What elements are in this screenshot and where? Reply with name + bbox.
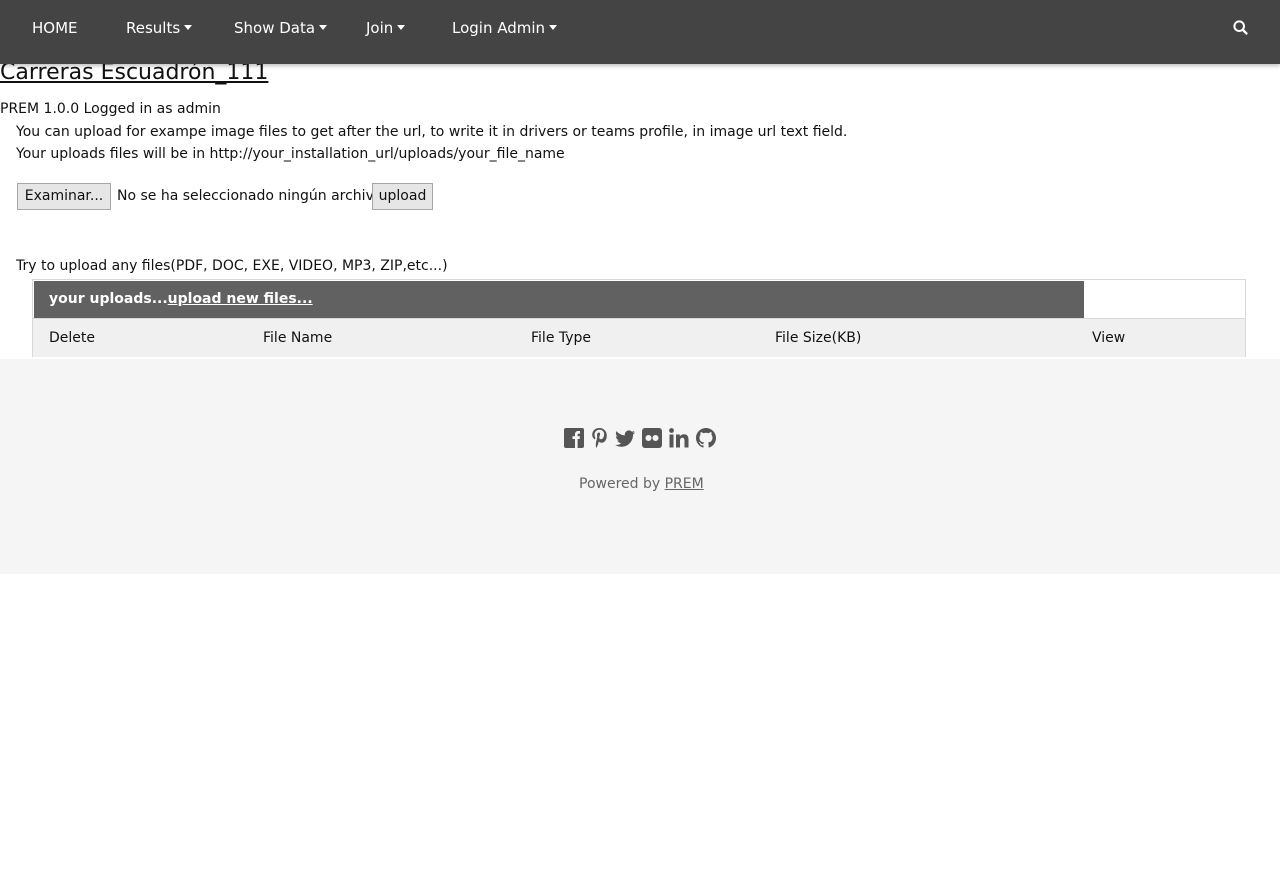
powered-by: Powered by PREM <box>579 475 704 493</box>
column-file-size: File Size(KB) <box>775 330 862 346</box>
nav-show-data-label: Show Data <box>234 19 316 37</box>
uploads-table-title: your uploads...upload new files... <box>34 281 1084 318</box>
search-button[interactable] <box>1232 19 1250 37</box>
chevron-down-icon <box>184 25 193 30</box>
table-header-row: Delete File Name File Type File Size(KB)… <box>33 318 1245 357</box>
nav-results-label: Results <box>126 19 181 37</box>
site-footer: Powered by PREM <box>0 359 1280 574</box>
nav-login-admin[interactable]: Login Admin <box>452 0 558 57</box>
chevron-down-icon <box>319 25 328 30</box>
nav-results[interactable]: Results <box>126 0 193 57</box>
upload-file-types-hint: Try to upload any files(PDF, DOC, EXE, V… <box>16 258 448 274</box>
column-file-name: File Name <box>263 330 333 346</box>
chevron-down-icon <box>397 25 406 30</box>
column-delete: Delete <box>49 330 95 346</box>
top-navigation: HOME Results Show Data Join Login Admin <box>0 0 1280 64</box>
github-link[interactable] <box>695 426 717 450</box>
upload-new-files-link[interactable]: upload new files... <box>168 291 313 307</box>
nav-home-label: HOME <box>32 19 78 37</box>
search-icon <box>1233 20 1248 35</box>
linkedin-link[interactable] <box>668 426 690 450</box>
prem-link[interactable]: PREM <box>665 476 704 492</box>
column-file-type: File Type <box>531 330 592 346</box>
column-view: View <box>1092 330 1126 346</box>
flickr-link[interactable] <box>641 426 663 450</box>
upload-info-line-1: You can upload for exampe image files to… <box>16 124 848 140</box>
version-status: PREM 1.0.0 Logged in as admin <box>0 101 221 117</box>
nav-home[interactable]: HOME <box>32 0 78 57</box>
facebook-link[interactable] <box>563 426 585 450</box>
pinterest-icon <box>592 428 607 448</box>
twitter-link[interactable] <box>614 426 636 450</box>
upload-info-line-2: Your uploads files will be in http://you… <box>16 146 565 162</box>
uploads-title-text: your uploads... <box>49 291 168 307</box>
uploads-table: your uploads...upload new files... Delet… <box>32 279 1246 357</box>
flickr-icon <box>642 428 662 448</box>
nav-login-admin-label: Login Admin <box>452 19 546 37</box>
powered-by-text: Powered by <box>579 476 665 492</box>
file-selection-status: No se ha seleccionado ningún archivo. <box>117 188 387 204</box>
upload-button[interactable]: upload <box>372 183 433 210</box>
chevron-down-icon <box>549 25 558 30</box>
pinterest-link[interactable] <box>589 426 611 450</box>
nav-show-data[interactable]: Show Data <box>234 0 328 57</box>
nav-join[interactable]: Join <box>366 0 406 57</box>
github-icon <box>696 428 716 448</box>
linkedin-icon <box>669 428 689 448</box>
nav-join-label: Join <box>366 19 394 37</box>
browse-file-button[interactable]: Examinar... <box>17 183 111 210</box>
twitter-icon <box>615 430 635 447</box>
facebook-icon <box>564 428 584 448</box>
